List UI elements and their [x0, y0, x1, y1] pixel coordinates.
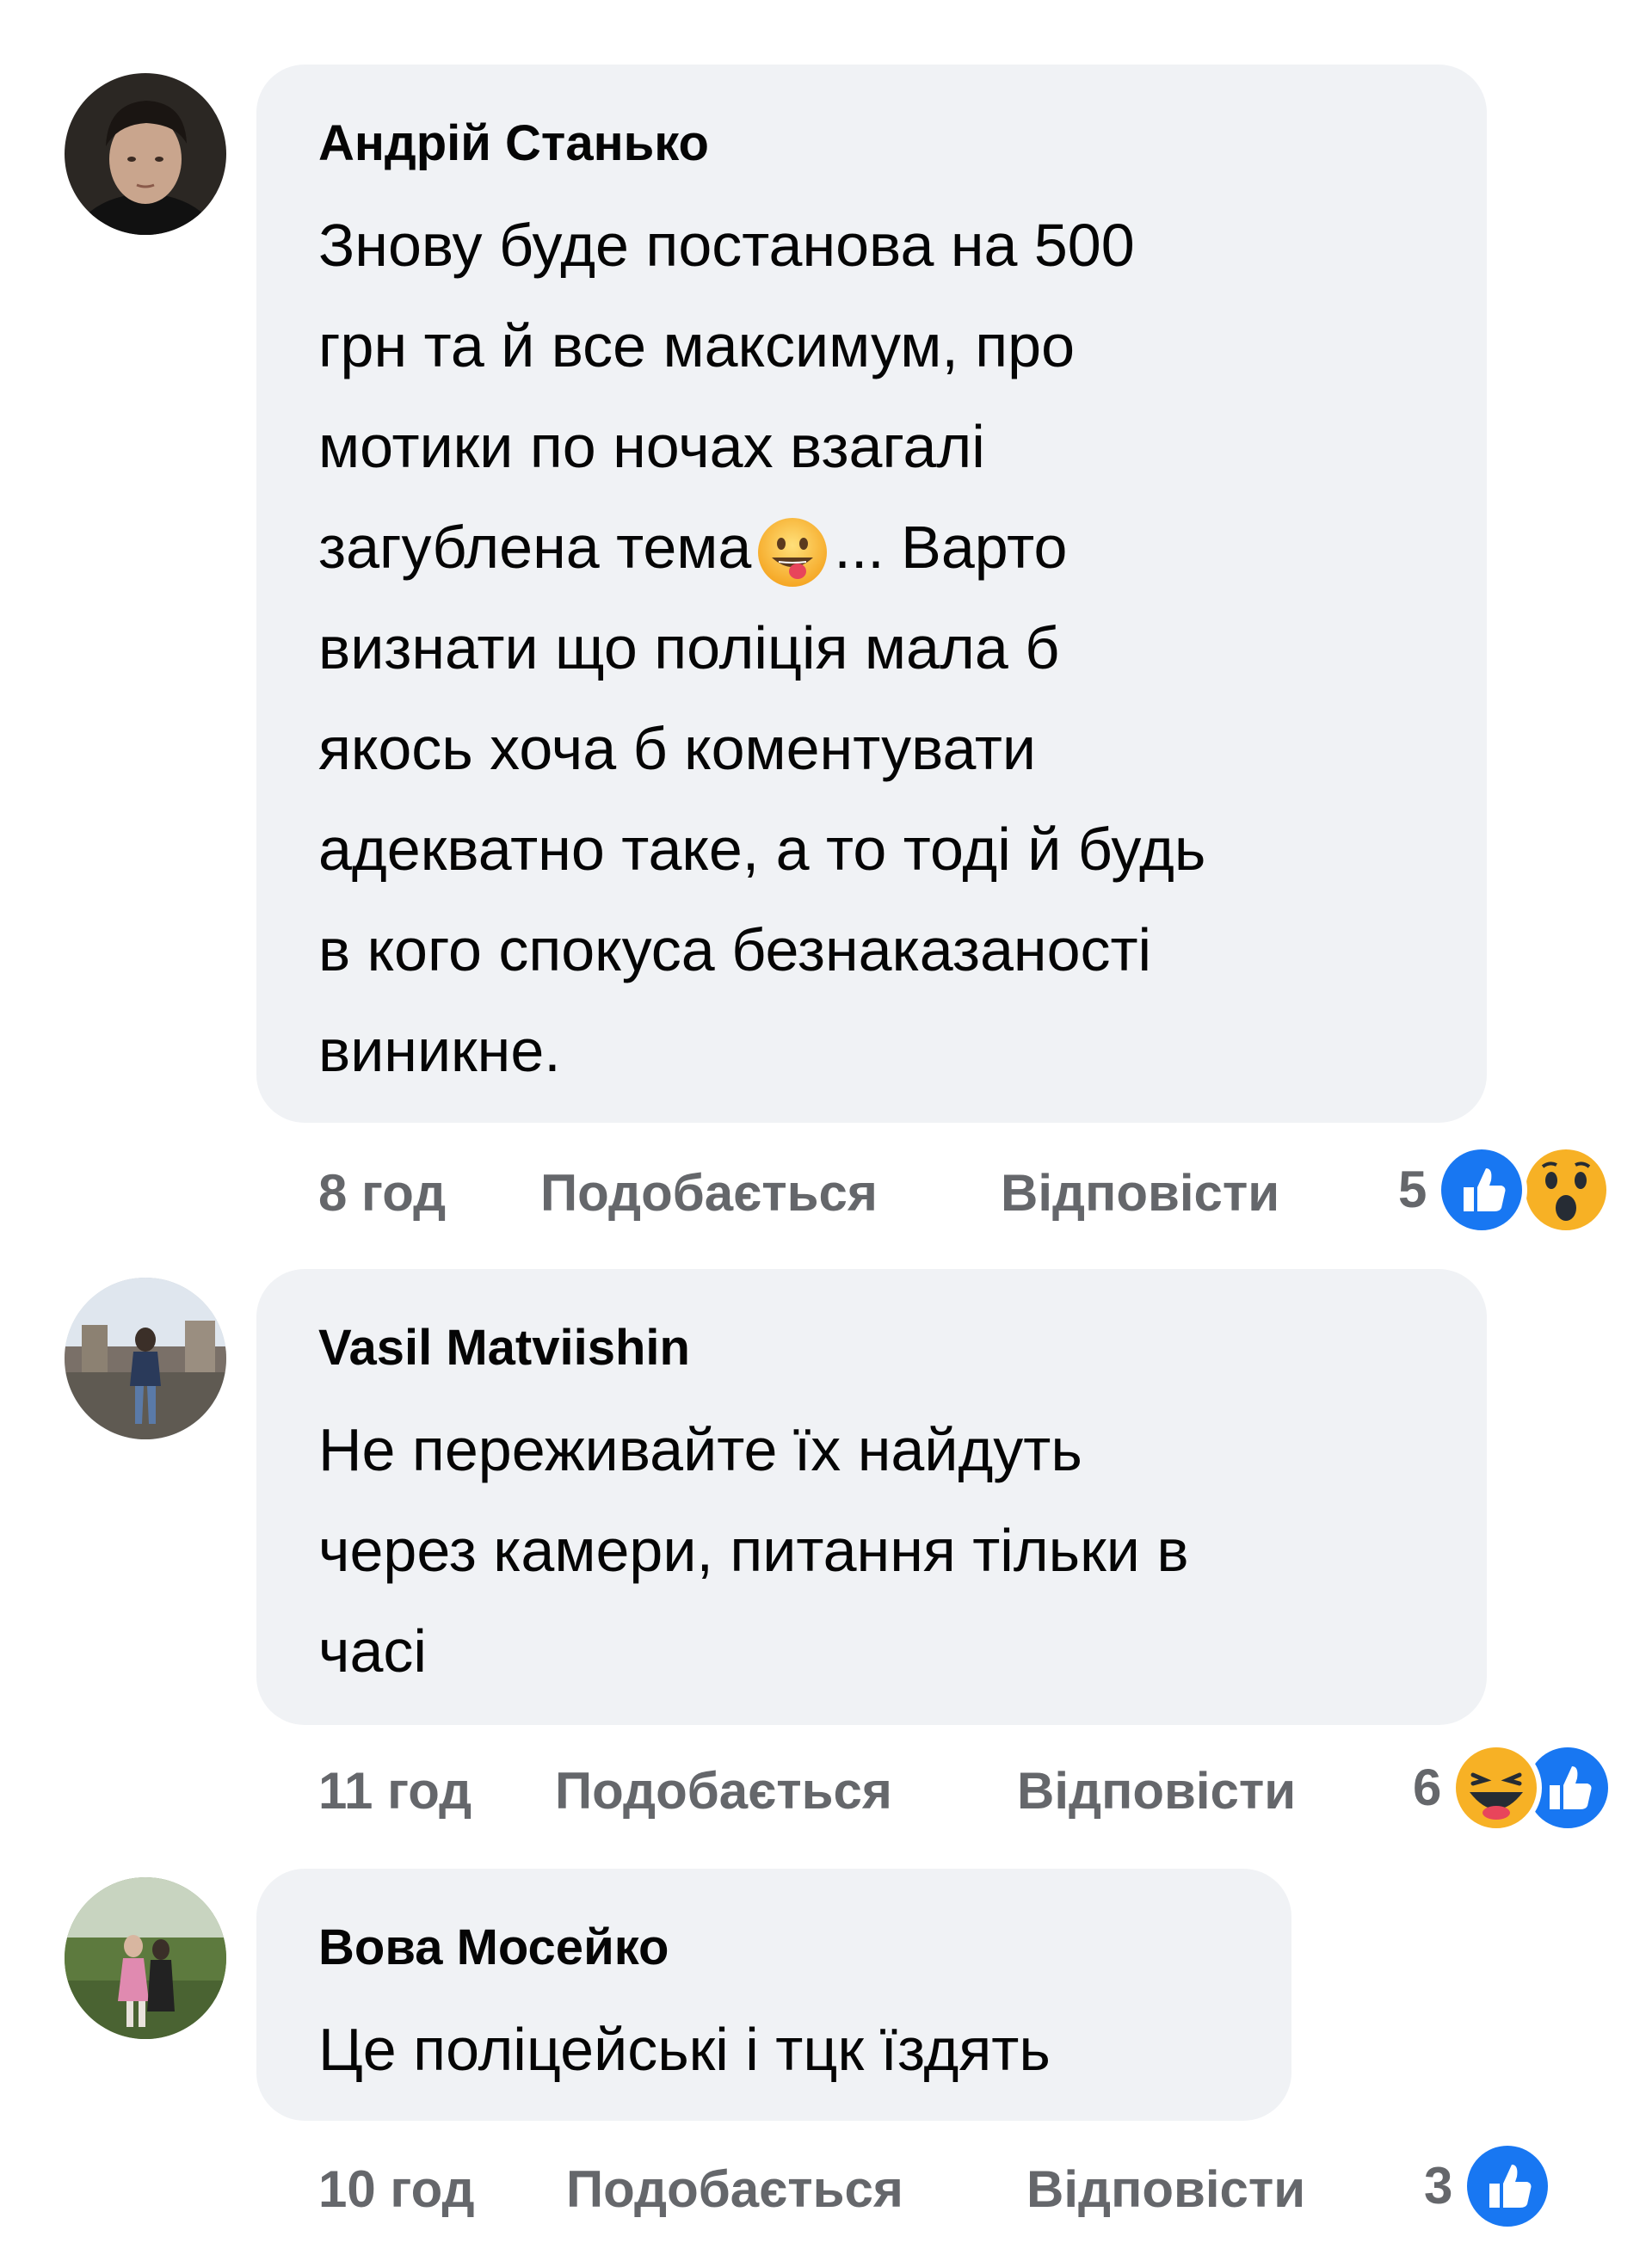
comment-line-text: ... Варто: [834, 514, 1068, 581]
comment-line: Знову буде постанова на 500: [318, 212, 1135, 279]
comment-line: грн та й все максимум, про: [318, 312, 1076, 379]
comment-line-text: загублена тема: [318, 514, 752, 581]
comment-line: Це поліцейські і тцк їздять: [318, 2016, 1051, 2083]
avatar[interactable]: [65, 1877, 226, 2039]
avatar[interactable]: [65, 1278, 226, 1439]
comment-line: часі: [318, 1617, 427, 1685]
reply-button[interactable]: Відповісти: [1001, 1163, 1279, 1223]
comment-text: Не переживайте їх найдуть через камери, …: [318, 1400, 1189, 1702]
reaction-count: 6: [1413, 1759, 1442, 1816]
reaction-count: 3: [1424, 2157, 1453, 2215]
comment-line: через камери, питання тільки в: [318, 1517, 1189, 1584]
comment-line-with-emoji: загублена тема ... Варто: [318, 497, 1205, 598]
wow-icon: [1519, 1143, 1613, 1237]
reaction-summary[interactable]: 3: [1424, 2139, 1579, 2233]
avatar[interactable]: [65, 73, 226, 235]
like-icon: [1434, 1143, 1529, 1237]
haha-icon: [1449, 1740, 1544, 1835]
comment-author[interactable]: Вова Мосейко: [318, 1919, 669, 1976]
comment-text: Це поліцейські і тцк їздять: [318, 1999, 1051, 2100]
comment-bubble: Vasil Matviishin Не переживайте їх найду…: [256, 1269, 1487, 1725]
like-button[interactable]: Подобається: [555, 1761, 892, 1821]
comment-timestamp[interactable]: 10 год: [318, 2159, 475, 2219]
like-button[interactable]: Подобається: [540, 1163, 878, 1223]
comment-line: мотики по ночах взагалі: [318, 413, 985, 480]
comment-line: виникне.: [318, 1017, 561, 1084]
comment-timestamp[interactable]: 11 год: [318, 1761, 472, 1821]
reply-button[interactable]: Відповісти: [1026, 2159, 1305, 2219]
comment-line: якось хоча б коментувати: [318, 715, 1037, 782]
reaction-count: 5: [1398, 1161, 1427, 1218]
reaction-summary[interactable]: 6: [1413, 1740, 1637, 1835]
comment-bubble: Вова Мосейко Це поліцейські і тцк їздять: [256, 1869, 1291, 2121]
comment-line: визнати що поліція мала б: [318, 614, 1060, 681]
like-button[interactable]: Подобається: [566, 2159, 903, 2219]
like-icon: [1460, 2139, 1555, 2233]
comment-author[interactable]: Vasil Matviishin: [318, 1319, 690, 1377]
comment-bubble: Андрій Станько Знову буде постанова на 5…: [256, 65, 1487, 1123]
comment-line: адекватно таке, а то тоді й будь: [318, 816, 1206, 883]
comment-timestamp[interactable]: 8 год: [318, 1163, 446, 1223]
comment-line: Не переживайте їх найдуть: [318, 1416, 1082, 1483]
reaction-summary[interactable]: 5: [1398, 1143, 1622, 1237]
grinning-tongue-emoji-icon: [753, 513, 832, 592]
reply-button[interactable]: Відповісти: [1017, 1761, 1296, 1821]
comment-line: в кого спокуса безнаказаності: [318, 916, 1152, 983]
comment-text: Знову буде постанова на 500 грн та й все…: [318, 195, 1205, 1101]
comment-author[interactable]: Андрій Станько: [318, 114, 709, 172]
